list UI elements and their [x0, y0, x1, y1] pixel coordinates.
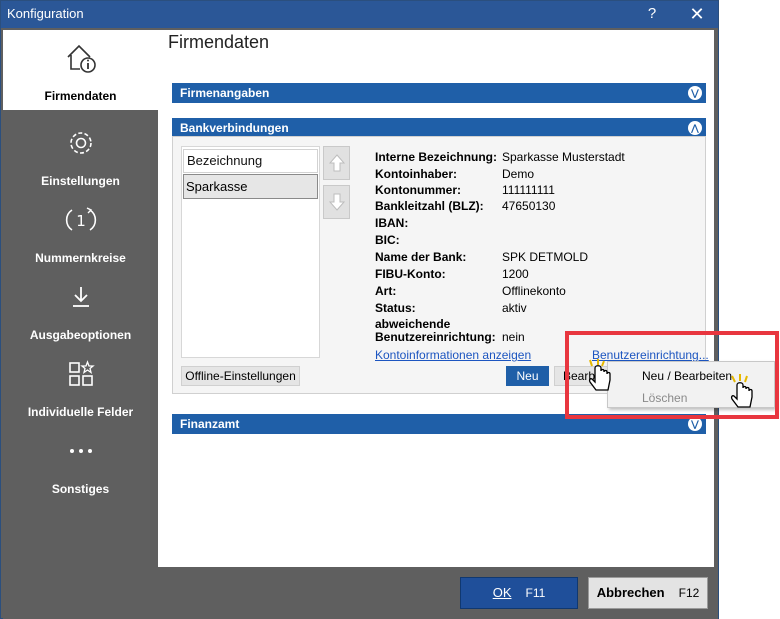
label-fibu-konto: FIBU-Konto: [375, 267, 446, 281]
sidebar-item-einstellungen[interactable]: Einstellungen [3, 115, 158, 193]
main-content: Firmendaten Firmenangaben ⋁ Bankverbindu… [158, 30, 714, 567]
section-bankverbindungen[interactable]: Bankverbindungen ⋀ [172, 118, 706, 138]
sidebar-item-individuelle-felder[interactable]: Individuelle Felder [3, 346, 158, 424]
sidebar-item-firmendaten[interactable]: Firmendaten [3, 30, 158, 110]
label-blz: Bankleitzahl (BLZ): [375, 199, 484, 213]
value-blz: 47650130 [502, 199, 556, 213]
value-status: aktiv [502, 301, 527, 315]
ok-button[interactable]: OK F11 [460, 577, 578, 609]
sidebar-item-label: Sonstiges [51, 482, 110, 496]
section-title: Bankverbindungen [180, 121, 289, 135]
sidebar-item-label: Individuelle Felder [27, 405, 134, 419]
label-kontonummer: Kontonummer: [375, 183, 461, 197]
new-button[interactable]: Neu [506, 366, 549, 386]
label-abweichende: abweichende [375, 317, 451, 331]
sidebar-item-label: Einstellungen [41, 174, 120, 188]
close-button[interactable]: ✕ [683, 3, 711, 25]
hand-cursor-icon [730, 374, 753, 408]
ok-shortcut: F11 [525, 586, 546, 600]
sidebar-item-label: Firmendaten [44, 89, 117, 103]
value-interne-bezeichnung: Sparkasse Musterstadt [502, 150, 625, 164]
value-abweichende: nein [502, 330, 525, 344]
label-name-der-bank: Name der Bank: [375, 250, 467, 264]
list-header[interactable]: Bezeichnung [183, 149, 318, 173]
more-icon [3, 433, 158, 469]
label-kontoinhaber: Kontoinhaber: [375, 167, 457, 181]
label-art: Art: [375, 284, 397, 298]
move-down-button[interactable] [323, 185, 350, 219]
gear-icon [3, 125, 158, 161]
custom-fields-icon [3, 356, 158, 392]
offline-settings-button[interactable]: Offline-Einstellungen [181, 366, 300, 386]
section-title: Finanzamt [180, 417, 240, 431]
value-art: Offlinekonto [502, 284, 566, 298]
hand-cursor-icon [588, 359, 611, 391]
bank-list[interactable]: Bezeichnung Sparkasse [181, 146, 320, 358]
title-bar: Konfiguration ? ✕ [1, 1, 718, 28]
footer: OK F11 Abbrechen F12 [3, 567, 718, 619]
cancel-shortcut: F12 [678, 586, 700, 600]
label-benutzereinrichtung: Benutzereinrichtung: [375, 330, 496, 344]
sidebar: Firmendaten Einstellungen 1 Nummernkreis… [3, 30, 158, 567]
sidebar-item-label: Ausgabeoptionen [29, 328, 132, 342]
sidebar-item-nummernkreise[interactable]: 1 Nummernkreise [3, 192, 158, 270]
section-firmenangaben[interactable]: Firmenangaben ⋁ [172, 83, 706, 103]
home-info-icon [3, 40, 158, 76]
arrow-up-icon [328, 154, 345, 172]
label-status: Status: [375, 301, 416, 315]
value-kontoinhaber: Demo [502, 167, 535, 181]
page-title: Firmendaten [168, 32, 270, 52]
cancel-label: Abbrechen [596, 585, 665, 600]
expand-icon[interactable]: ⋁ [688, 86, 702, 100]
sidebar-item-label: Nummernkreise [35, 251, 126, 265]
ok-label: OK [492, 585, 512, 600]
expand-icon[interactable]: ⋁ [688, 417, 702, 431]
number-cycle-icon: 1 [3, 202, 158, 238]
kontoinfo-link[interactable]: Kontoinformationen anzeigen [375, 348, 531, 362]
list-item[interactable]: Sparkasse [183, 174, 318, 199]
sidebar-item-ausgabeoptionen[interactable]: Ausgabeoptionen [3, 269, 158, 347]
cancel-button[interactable]: Abbrechen F12 [588, 577, 708, 609]
label-interne-bezeichnung: Interne Bezeichnung: [375, 150, 498, 164]
arrow-down-icon [328, 193, 345, 211]
sidebar-item-sonstiges[interactable]: Sonstiges [3, 423, 158, 501]
section-title: Firmenangaben [180, 86, 270, 100]
move-up-button[interactable] [323, 146, 350, 180]
value-kontonummer: 111111111 [502, 183, 555, 197]
label-iban: IBAN: [375, 216, 409, 230]
label-bic: BIC: [375, 233, 400, 247]
value-fibu-konto: 1200 [502, 267, 529, 281]
collapse-icon[interactable]: ⋀ [688, 121, 702, 135]
svg-text:1: 1 [76, 212, 86, 230]
value-name-der-bank: SPK DETMOLD [502, 250, 589, 264]
help-button[interactable]: ? [638, 3, 666, 25]
config-window: Konfiguration ? ✕ Firmendaten Einstellun… [0, 0, 719, 619]
download-icon [3, 279, 158, 315]
window-title: Konfiguration [7, 6, 84, 21]
